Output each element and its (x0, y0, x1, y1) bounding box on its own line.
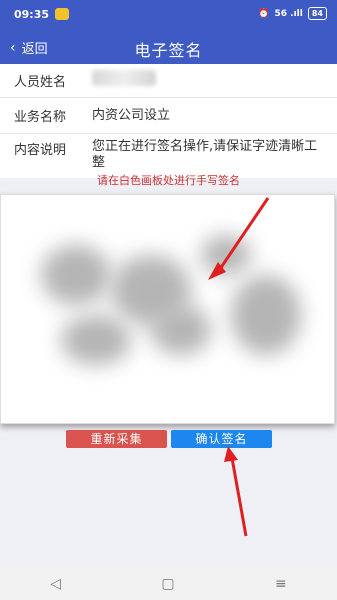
alarm-icon: ⏰ (258, 8, 270, 19)
name-value-redacted (92, 70, 323, 91)
arrowhead-confirm (224, 446, 238, 462)
signal-text: 56 .ıll (274, 8, 303, 19)
notification-icon (55, 8, 69, 20)
retake-button[interactable]: 重新采集 (66, 430, 167, 448)
redacted-name (92, 70, 156, 86)
system-nav-bar: ◁ ▢ ≡ (0, 568, 337, 600)
arrow-to-confirm (230, 457, 248, 537)
status-time: 09:35 (14, 8, 50, 21)
business-value: 内资公司设立 (92, 107, 171, 123)
signature-blur (231, 275, 301, 355)
signature-blur (201, 235, 251, 275)
back-triangle-icon[interactable]: ◁ (50, 576, 61, 592)
nav-bar: ‹ 返回 电子签名 (0, 30, 337, 64)
info-row-name: 人员姓名 (0, 64, 337, 98)
signature-blur (151, 305, 211, 355)
content-value: 您正在进行签名操作,请保证字迹清晰工整 (92, 139, 318, 170)
confirm-signature-button[interactable]: 确认签名 (171, 430, 272, 448)
battery-icon: 84 (307, 7, 327, 20)
menu-icon[interactable]: ≡ (275, 576, 287, 592)
content-label: 内容说明 (14, 143, 67, 158)
signature-blur (61, 315, 131, 365)
info-panel: 人员姓名 业务名称 内资公司设立 内容说明 您正在进行签名操作,请保证字迹清晰工… (0, 64, 337, 178)
status-icons: ⏰ 56 .ıll 84 (258, 7, 327, 20)
signature-blur (41, 245, 111, 305)
signature-pad[interactable] (0, 194, 335, 424)
business-label: 业务名称 (14, 110, 67, 125)
signature-hint: 请在白色画板处进行手写签名 (97, 174, 240, 187)
status-bar: 09:35 ⏰ 56 .ıll 84 (0, 0, 337, 30)
name-label: 人员姓名 (14, 75, 67, 90)
page-title: 电子签名 (134, 41, 203, 60)
info-row-business: 业务名称 内资公司设立 (0, 98, 337, 134)
home-square-icon[interactable]: ▢ (161, 576, 174, 592)
